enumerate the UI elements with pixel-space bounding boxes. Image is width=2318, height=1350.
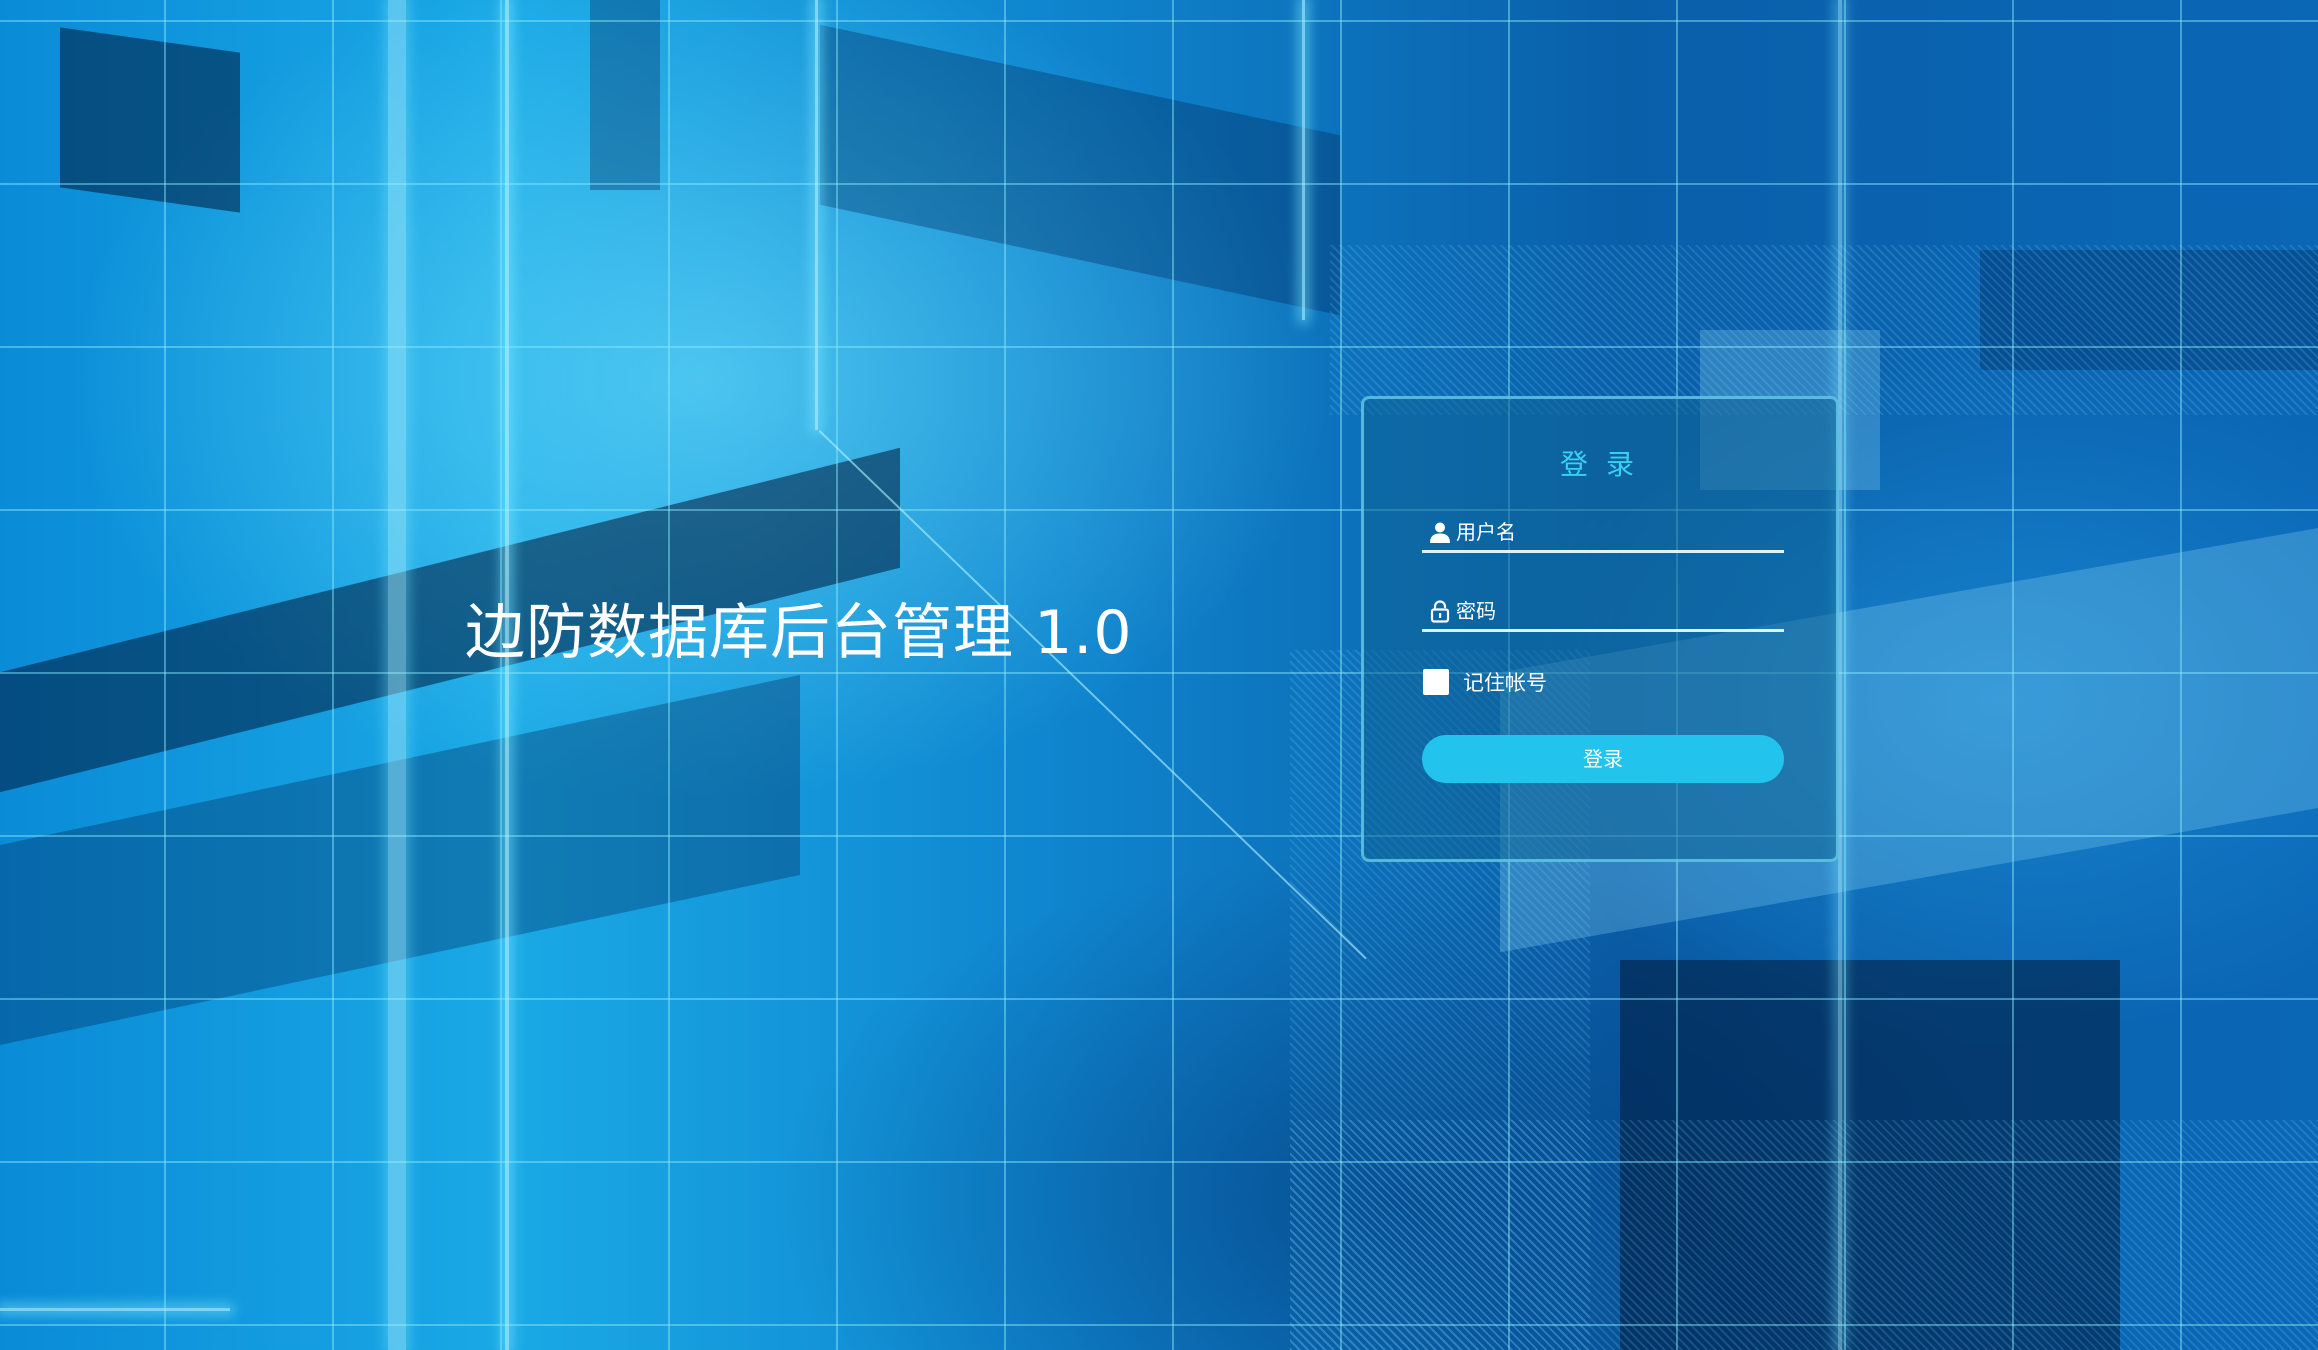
background-beam <box>388 0 406 1350</box>
username-field[interactable] <box>1422 513 1784 553</box>
login-panel: 登录 记住帐号 登录 <box>1361 396 1839 862</box>
background-beam <box>0 1308 230 1311</box>
password-field[interactable] <box>1422 592 1784 632</box>
password-input[interactable] <box>1456 595 1784 626</box>
username-input[interactable] <box>1456 516 1784 547</box>
background-beam <box>815 0 818 430</box>
remember-account-label: 记住帐号 <box>1463 671 1547 695</box>
login-page: 边防数据库后台管理 1.0 登录 记住帐号 登录 <box>0 0 2318 1350</box>
background-beam <box>1302 0 1305 320</box>
background-beam <box>505 0 509 1350</box>
lock-icon <box>1430 599 1450 623</box>
background-grid <box>0 0 2318 1350</box>
checkbox-box[interactable] <box>1423 669 1449 695</box>
remember-account-checkbox[interactable]: 记住帐号 <box>1423 667 1547 697</box>
login-button[interactable]: 登录 <box>1422 735 1784 783</box>
user-icon <box>1430 522 1450 543</box>
login-title: 登录 <box>1559 448 1652 481</box>
system-title: 边防数据库后台管理 1.0 <box>465 598 1133 668</box>
